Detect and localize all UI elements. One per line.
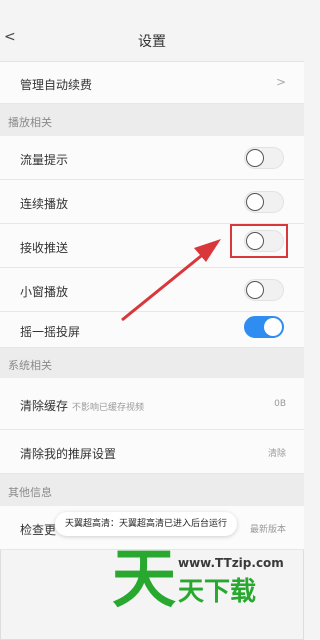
- watermark-url: www.TTzip.com: [178, 556, 284, 570]
- watermark-text: 天下载: [178, 577, 257, 607]
- toast-message: 天翼超高清：天翼超高清已进入后台运行: [55, 512, 237, 536]
- watermark-logo: 天 www.TTzip.com 天下载: [112, 548, 292, 628]
- watermark-big-char: 天: [112, 543, 176, 617]
